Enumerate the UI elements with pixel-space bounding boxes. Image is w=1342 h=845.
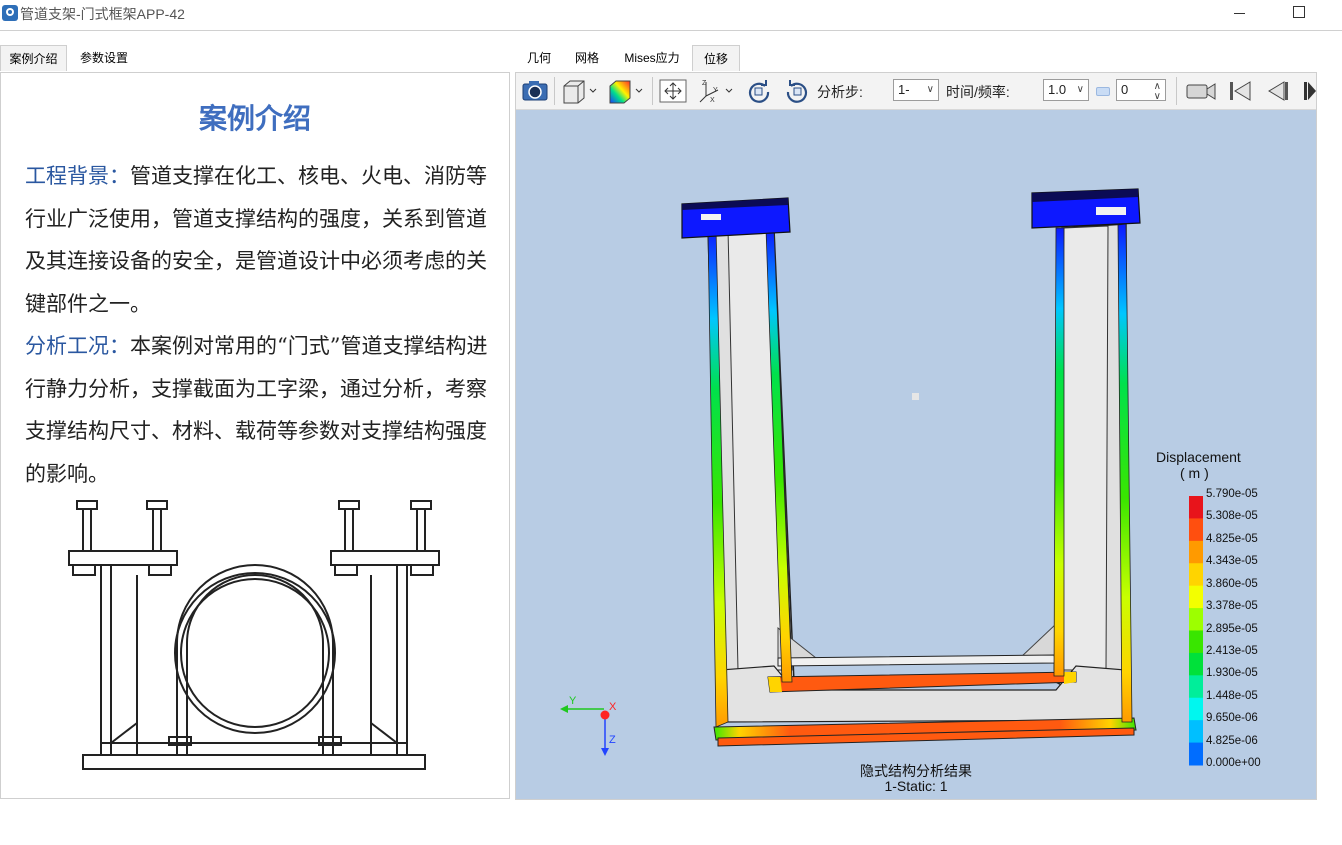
maximize-button[interactable] bbox=[1276, 0, 1322, 30]
fit-view-icon bbox=[659, 79, 687, 103]
rotate-ccw-icon bbox=[748, 80, 770, 103]
viewer-toolbar: ZYX 分析步: 1- ∨ 时间/频率: 1.0 ∨ 0 ∧ ∨ bbox=[516, 73, 1316, 110]
legend-value: 3.378e-05 bbox=[1206, 600, 1258, 613]
slider-icon bbox=[1096, 87, 1110, 96]
title-bar: 管道支架-门式框架APP-42 bbox=[0, 0, 1342, 31]
tab-mises-stress[interactable]: Mises应力 bbox=[614, 45, 690, 71]
contour-style-button[interactable] bbox=[606, 78, 646, 104]
first-frame-button[interactable] bbox=[1226, 78, 1256, 104]
window-title: 管道支架-门式框架APP-42 bbox=[20, 6, 185, 22]
step-select[interactable]: 1- ∨ bbox=[893, 79, 939, 101]
tab-parameter-settings[interactable]: 参数设置 bbox=[70, 45, 138, 71]
colorbar-segment bbox=[1189, 496, 1203, 519]
step-label: 分析步: bbox=[817, 84, 863, 100]
svg-text:X: X bbox=[710, 97, 715, 104]
legend-value: 9.650e-06 bbox=[1206, 712, 1258, 725]
axis-triad: Y X Z bbox=[560, 695, 617, 756]
colorbar-segment bbox=[1189, 518, 1203, 542]
rotate-cw-button[interactable] bbox=[782, 78, 812, 104]
legend-unit: ( m ) bbox=[1180, 465, 1209, 481]
tab-displacement[interactable]: 位移 bbox=[692, 45, 740, 71]
analysis-paragraph: 分析工况：本案例对常用的“门式”管道支撑结构进行静力分析，支撑截面为工字梁，通过… bbox=[25, 325, 491, 495]
spin-down-icon[interactable]: ∨ bbox=[1154, 87, 1161, 107]
colorbar-segment bbox=[1189, 563, 1203, 587]
legend-value: 2.895e-05 bbox=[1206, 622, 1258, 635]
step-value: 1- bbox=[898, 82, 910, 97]
axis-x-label: X bbox=[609, 701, 617, 713]
pipe-support-sketch bbox=[68, 500, 440, 770]
time-select[interactable]: 1.0 ∨ bbox=[1043, 79, 1089, 101]
step-back-icon bbox=[1268, 81, 1288, 101]
rotate-ccw-button[interactable] bbox=[744, 78, 774, 104]
tab-case-intro[interactable]: 案例介绍 bbox=[0, 45, 67, 71]
colorbar-segment bbox=[1189, 652, 1203, 676]
colorbar-segment bbox=[1189, 675, 1203, 699]
svg-text:Z: Z bbox=[702, 80, 707, 87]
colorbar-segment bbox=[1189, 540, 1203, 564]
rotate-cw-icon bbox=[786, 80, 808, 103]
analysis-label: 分析工况： bbox=[25, 334, 130, 358]
skip-first-icon bbox=[1230, 81, 1251, 101]
video-camera-icon bbox=[1186, 83, 1216, 100]
colorbar-segment bbox=[1189, 720, 1203, 744]
svg-text:Y: Y bbox=[713, 87, 718, 94]
axis-z-label: Z bbox=[609, 734, 616, 746]
colorbar-segment bbox=[1189, 630, 1203, 654]
view-orientation-button[interactable]: ZYX bbox=[696, 78, 736, 104]
next-frame-button[interactable] bbox=[1302, 78, 1316, 104]
legend-value: 3.860e-05 bbox=[1206, 577, 1258, 590]
result-viewer-panel: ZYX 分析步: 1- ∨ 时间/频率: 1.0 ∨ 0 ∧ ∨ Y X Z D… bbox=[515, 72, 1317, 800]
tab-mesh[interactable]: 网格 bbox=[564, 45, 610, 71]
legend-value: 1.930e-05 bbox=[1206, 667, 1258, 680]
legend-value: 2.413e-05 bbox=[1206, 644, 1258, 657]
legend-title: Displacement bbox=[1156, 449, 1241, 465]
legend-value: 4.825e-06 bbox=[1206, 734, 1258, 747]
frame-value: 0 bbox=[1121, 82, 1129, 97]
previous-frame-button[interactable] bbox=[1262, 78, 1292, 104]
view-style-button[interactable] bbox=[560, 78, 600, 104]
displacement-colorbar bbox=[1189, 496, 1203, 766]
axes-icon: ZYX bbox=[699, 80, 733, 104]
time-frequency-label: 时间/频率: bbox=[946, 84, 1010, 100]
case-intro-panel: 案例介绍 工程背景：管道支撑在化工、核电、火电、消防等行业广泛使用，管道支撑结构… bbox=[0, 72, 510, 799]
minimize-button[interactable] bbox=[1217, 0, 1263, 30]
background-paragraph: 工程背景：管道支撑在化工、核电、火电、消防等行业广泛使用，管道支撑结构的强度，关… bbox=[25, 155, 491, 325]
play-icon bbox=[1304, 82, 1316, 100]
legend-value: 4.825e-05 bbox=[1206, 532, 1258, 545]
legend-value: 1.448e-05 bbox=[1206, 689, 1258, 702]
contour-icon bbox=[609, 80, 643, 104]
result-caption-step: 1-Static: 1 bbox=[884, 778, 948, 794]
record-video-button[interactable] bbox=[1184, 78, 1218, 104]
case-description: 工程背景：管道支撑在化工、核电、火电、消防等行业广泛使用，管道支撑结构的强度，关… bbox=[25, 155, 491, 495]
frame-spinbox[interactable]: 0 ∧ ∨ bbox=[1116, 79, 1166, 102]
case-title: 案例介绍 bbox=[198, 102, 311, 135]
colorbar-segment bbox=[1189, 697, 1203, 721]
legend-value: 5.790e-05 bbox=[1206, 488, 1258, 500]
cube-icon bbox=[563, 80, 597, 104]
deformed-frame-model bbox=[681, 188, 1141, 747]
axis-y-label: Y bbox=[569, 695, 577, 707]
tab-geometry[interactable]: 几何 bbox=[518, 45, 560, 71]
screenshot-button[interactable] bbox=[520, 78, 550, 104]
chevron-down-icon: ∨ bbox=[1076, 84, 1084, 95]
time-value: 1.0 bbox=[1048, 82, 1067, 97]
chevron-down-icon: ∨ bbox=[926, 84, 934, 95]
app-icon bbox=[2, 5, 18, 21]
legend-value: 5.308e-05 bbox=[1206, 510, 1258, 523]
colorbar-segment bbox=[1189, 608, 1203, 631]
fit-view-button[interactable] bbox=[658, 78, 688, 104]
background-label: 工程背景： bbox=[25, 164, 130, 188]
legend-value: 4.343e-05 bbox=[1206, 555, 1258, 568]
colorbar-segment bbox=[1189, 585, 1203, 609]
camera-icon bbox=[522, 81, 548, 101]
